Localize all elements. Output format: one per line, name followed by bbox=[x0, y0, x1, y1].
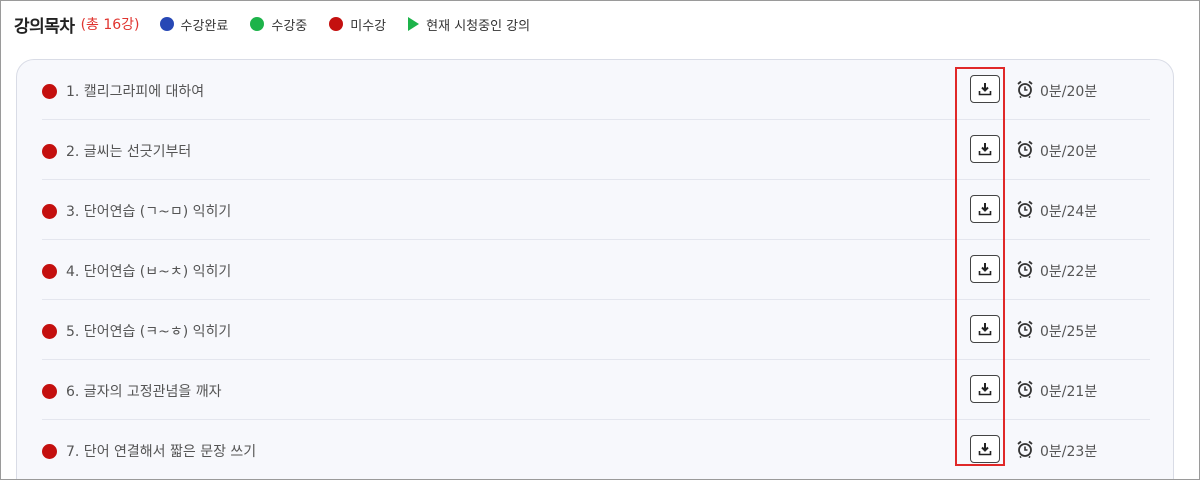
red-dot-icon bbox=[42, 444, 57, 459]
download-button[interactable] bbox=[970, 435, 1000, 463]
lecture-count: (총 16강) bbox=[80, 17, 140, 33]
alarm-clock-icon bbox=[1017, 140, 1033, 158]
red-dot-icon bbox=[42, 384, 57, 399]
lecture-title[interactable]: 5. 단어연습 (ㅋ~ㅎ) 익히기 bbox=[66, 321, 231, 341]
download-icon bbox=[978, 203, 992, 216]
legend-label: 미수강 bbox=[350, 18, 387, 34]
red-dot-icon bbox=[42, 144, 57, 159]
download-icon bbox=[978, 143, 992, 156]
lecture-row[interactable]: 4. 단어연습 (ㅂ~ㅊ) 익히기 0분/22분 bbox=[42, 240, 1150, 300]
red-dot-icon bbox=[42, 264, 57, 279]
green-dot-icon bbox=[250, 17, 265, 31]
red-dot-icon bbox=[42, 84, 57, 99]
lecture-row[interactable]: 7. 단어 연결해서 짧은 문장 쓰기 0분/23분 bbox=[42, 420, 1150, 479]
red-dot-icon bbox=[42, 204, 57, 219]
download-button[interactable] bbox=[970, 315, 1000, 343]
lecture-row[interactable]: 6. 글자의 고정관념을 깨자 0분/21분 bbox=[42, 360, 1150, 420]
lecture-row[interactable]: 2. 글씨는 선긋기부터 0분/20분 bbox=[42, 120, 1150, 180]
red-dot-icon bbox=[329, 17, 344, 31]
alarm-clock-icon bbox=[1017, 200, 1033, 218]
legend-in-progress: 수강중 bbox=[250, 15, 307, 34]
lecture-title[interactable]: 7. 단어 연결해서 짧은 문장 쓰기 bbox=[66, 441, 256, 461]
lecture-title[interactable]: 3. 단어연습 (ㄱ~ㅁ) 익히기 bbox=[66, 201, 231, 221]
lecture-list-window: 강의목차 (총 16강) 수강완료 수강중 미수강 현재 시청중인 강의 1. … bbox=[0, 0, 1200, 480]
download-button[interactable] bbox=[970, 135, 1000, 163]
blue-dot-icon bbox=[159, 17, 174, 31]
download-icon bbox=[978, 383, 992, 396]
play-icon bbox=[408, 17, 420, 31]
red-dot-icon bbox=[42, 324, 57, 339]
lecture-row[interactable]: 3. 단어연습 (ㄱ~ㅁ) 익히기 0분/24분 bbox=[42, 180, 1150, 240]
download-button[interactable] bbox=[970, 255, 1000, 283]
lecture-time: 0분/20분 bbox=[1040, 144, 1098, 160]
legend-label: 현재 시청중인 강의 bbox=[426, 18, 531, 34]
download-icon bbox=[978, 263, 992, 276]
lecture-time: 0분/22분 bbox=[1040, 264, 1098, 280]
legend-label: 수강완료 bbox=[180, 18, 229, 34]
lecture-row[interactable]: 1. 캘리그라피에 대하여 0분/20분 bbox=[42, 60, 1150, 120]
alarm-clock-icon bbox=[1017, 440, 1033, 458]
legend-not-started: 미수강 bbox=[329, 15, 386, 34]
lecture-time: 0분/20분 bbox=[1040, 84, 1098, 100]
lecture-list-header: 강의목차 (총 16강) 수강완료 수강중 미수강 현재 시청중인 강의 bbox=[14, 11, 552, 37]
page-title: 강의목차 bbox=[14, 16, 75, 37]
download-button[interactable] bbox=[970, 195, 1000, 223]
lecture-row[interactable]: 5. 단어연습 (ㅋ~ㅎ) 익히기 0분/25분 bbox=[42, 300, 1150, 360]
download-icon bbox=[978, 323, 992, 336]
legend-now-playing: 현재 시청중인 강의 bbox=[408, 15, 530, 34]
lecture-title[interactable]: 4. 단어연습 (ㅂ~ㅊ) 익히기 bbox=[66, 261, 231, 281]
lecture-list-panel: 1. 캘리그라피에 대하여 0분/20분 2. 글씨는 선긋기부터 0분/20분… bbox=[16, 59, 1174, 479]
download-button[interactable] bbox=[970, 75, 1000, 103]
download-icon bbox=[978, 443, 992, 456]
alarm-clock-icon bbox=[1017, 320, 1033, 338]
lecture-time: 0분/25분 bbox=[1040, 324, 1098, 340]
alarm-clock-icon bbox=[1017, 80, 1033, 98]
lecture-time: 0분/23분 bbox=[1040, 444, 1098, 460]
legend-completed: 수강완료 bbox=[159, 15, 229, 34]
alarm-clock-icon bbox=[1017, 260, 1033, 278]
legend-label: 수강중 bbox=[271, 18, 308, 34]
lecture-title[interactable]: 6. 글자의 고정관념을 깨자 bbox=[66, 381, 222, 401]
lecture-title[interactable]: 2. 글씨는 선긋기부터 bbox=[66, 141, 191, 161]
alarm-clock-icon bbox=[1017, 380, 1033, 398]
download-button[interactable] bbox=[970, 375, 1000, 403]
download-icon bbox=[978, 83, 992, 96]
lecture-time: 0분/24분 bbox=[1040, 204, 1098, 220]
lecture-time: 0분/21분 bbox=[1040, 384, 1098, 400]
lecture-title[interactable]: 1. 캘리그라피에 대하여 bbox=[66, 81, 204, 101]
